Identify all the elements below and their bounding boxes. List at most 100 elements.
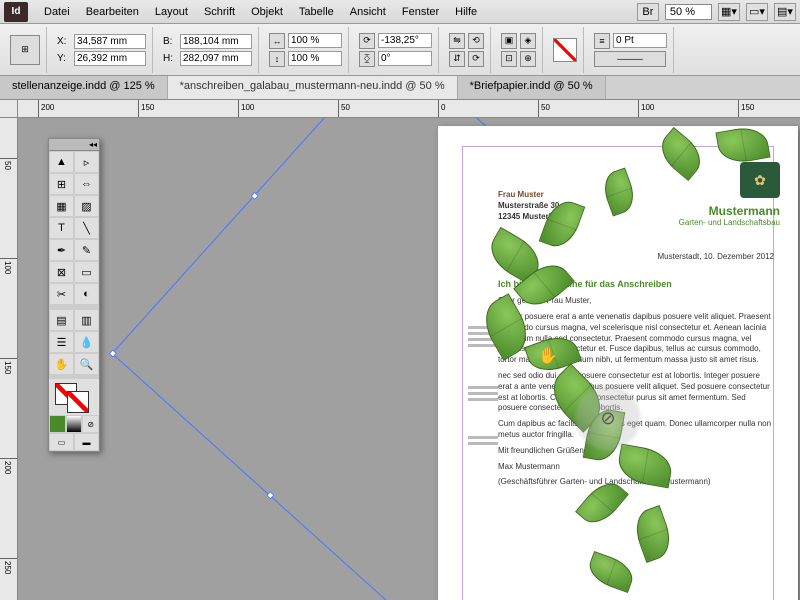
scale-x-icon: ↔ [269, 33, 285, 49]
y-field[interactable] [74, 51, 146, 66]
busy-indicator [573, 383, 643, 453]
ruler-tick: 150 [138, 100, 154, 118]
recipient-name: Frau Muster [498, 190, 774, 201]
rectangle-tool[interactable]: ▭ [74, 261, 99, 283]
gradient-swatch-tool[interactable]: ▤ [49, 309, 74, 331]
flip-v-icon[interactable]: ⇵ [449, 51, 465, 67]
pen-tool[interactable]: ✒ [49, 239, 74, 261]
recipient-street: Musterstraße 30 [498, 201, 774, 212]
ruler-tick: 250 [0, 558, 18, 574]
scissors-tool[interactable]: ✂ [49, 283, 74, 305]
gap-tool[interactable]: ⇔ [74, 173, 99, 195]
w-field[interactable] [180, 34, 252, 49]
menu-view[interactable]: Ansicht [342, 6, 394, 18]
preview-view-icon[interactable]: ▬ [74, 433, 99, 451]
selection-tool[interactable]: ▲ [49, 151, 74, 173]
stroke-style-icon[interactable]: ──── [594, 51, 666, 67]
line-tool[interactable]: ╲ [74, 217, 99, 239]
text-wrap-indicator [468, 386, 498, 404]
date-line: Musterstadt, 10. Dezember 2012 [657, 252, 774, 263]
scale-y-icon: ↕ [269, 51, 285, 67]
fill-swatch[interactable] [553, 38, 577, 62]
rotation-field[interactable] [378, 33, 432, 48]
ruler-tick: 50 [538, 100, 550, 118]
ruler-tick: 200 [0, 458, 18, 474]
w-label: B: [163, 36, 177, 47]
x-label: X: [57, 36, 71, 47]
shear-icon: ⧰ [359, 51, 375, 67]
rectangle-frame-tool[interactable]: ⊠ [49, 261, 74, 283]
zoom-tool[interactable]: 🔍 [74, 353, 99, 375]
eyedropper-tool[interactable]: 💧 [74, 331, 99, 353]
menu-window[interactable]: Fenster [394, 6, 447, 18]
tab-1[interactable]: *anschreiben_galabau_mustermann-neu.indd… [168, 76, 458, 99]
ruler-tick: 150 [738, 100, 754, 118]
scale-y-field[interactable] [288, 51, 342, 66]
ruler-tick: 100 [0, 258, 18, 274]
apply-color-icon[interactable] [49, 415, 66, 433]
y-label: Y: [57, 53, 71, 64]
content-placer-tool[interactable]: ▨ [74, 195, 99, 217]
canvas[interactable]: ✿ Mustermann Garten- und Landschaftsbau … [18, 118, 800, 600]
menu-edit[interactable]: Bearbeiten [78, 6, 147, 18]
ruler-tick: 100 [638, 100, 654, 118]
reference-point-icon[interactable]: ⊞ [10, 35, 40, 65]
ruler-horizontal[interactable]: 200 150 100 50 0 50 100 150 [18, 100, 800, 118]
workspace: 200 150 100 50 0 50 100 150 50 100 150 2… [0, 100, 800, 600]
menu-file[interactable]: Datei [36, 6, 78, 18]
app-logo: Id [4, 2, 28, 22]
ruler-origin[interactable] [0, 100, 18, 118]
hand-tool[interactable]: ✋ [49, 353, 74, 375]
fit-content-icon[interactable]: ⊡ [501, 51, 517, 67]
tab-0[interactable]: stellenanzeige.indd @ 125 % [0, 76, 168, 99]
ruler-tick: 200 [38, 100, 54, 118]
document-tab-bar: stellenanzeige.indd @ 125 % *anschreiben… [0, 76, 800, 100]
control-panel: ⊞ X: Y: B: H: ↔ ↕ ⟳ ⧰ ⇋⟲ ⇵⟳ ▣◈ ⊡⊕ ≡ ──── [0, 24, 800, 76]
text-wrap-indicator [468, 436, 498, 448]
rotate-ccw-icon[interactable]: ⟳ [468, 51, 484, 67]
fill-stroke-proxy[interactable] [49, 379, 99, 415]
content-collector-tool[interactable]: ▦ [49, 195, 74, 217]
panel-collapse-icon[interactable]: ◂◂ [49, 139, 99, 151]
normal-view-icon[interactable]: ▭ [49, 433, 74, 451]
zoom-level-select[interactable]: 50 % [665, 4, 712, 20]
x-field[interactable] [74, 34, 146, 49]
h-label: H: [163, 53, 177, 64]
select-content-icon[interactable]: ◈ [520, 33, 536, 49]
view-options-icon[interactable]: ▦▾ [718, 3, 740, 21]
select-container-icon[interactable]: ▣ [501, 33, 517, 49]
menu-help[interactable]: Hilfe [447, 6, 485, 18]
free-transform-tool[interactable]: ◐ [74, 283, 99, 305]
direct-selection-tool[interactable]: ▹ [74, 151, 99, 173]
apply-gradient-icon[interactable] [66, 415, 83, 433]
menu-object[interactable]: Objekt [243, 6, 291, 18]
note-tool[interactable]: ☰ [49, 331, 74, 353]
ruler-tick: 150 [0, 358, 18, 374]
shear-field[interactable] [378, 51, 432, 66]
tools-panel[interactable]: ◂◂ ▲ ▹ ⊞ ⇔ ▦ ▨ T ╲ ✒ ✎ ⊠ ▭ ✂ ◐ ▤ ▥ ☰ 💧 [48, 138, 100, 452]
flip-h-icon[interactable]: ⇋ [449, 33, 465, 49]
page-tool[interactable]: ⊞ [49, 173, 74, 195]
menu-type[interactable]: Schrift [196, 6, 243, 18]
bridge-icon[interactable]: Br [637, 3, 659, 21]
menu-bar: Id Datei Bearbeiten Layout Schrift Objek… [0, 0, 800, 24]
rotation-icon: ⟳ [359, 33, 375, 49]
tab-2[interactable]: *Briefpapier.indd @ 50 % [458, 76, 606, 99]
center-content-icon[interactable]: ⊕ [520, 51, 536, 67]
stroke-proxy[interactable] [67, 391, 89, 413]
arrange-icon[interactable]: ▤▾ [774, 3, 796, 21]
pencil-tool[interactable]: ✎ [74, 239, 99, 261]
stroke-weight-icon: ≡ [594, 33, 610, 49]
type-tool[interactable]: T [49, 217, 74, 239]
gradient-feather-tool[interactable]: ▥ [74, 309, 99, 331]
screen-mode-icon[interactable]: ▭▾ [746, 3, 768, 21]
apply-none-icon[interactable]: ⊘ [82, 415, 99, 433]
h-field[interactable] [180, 51, 252, 66]
menu-layout[interactable]: Layout [147, 6, 196, 18]
rotate-cw-icon[interactable]: ⟲ [468, 33, 484, 49]
ruler-vertical[interactable]: 50 100 150 200 250 [0, 118, 18, 600]
ruler-tick: 50 [338, 100, 350, 118]
stroke-weight-field[interactable] [613, 33, 667, 48]
menu-table[interactable]: Tabelle [291, 6, 342, 18]
scale-x-field[interactable] [288, 33, 342, 48]
